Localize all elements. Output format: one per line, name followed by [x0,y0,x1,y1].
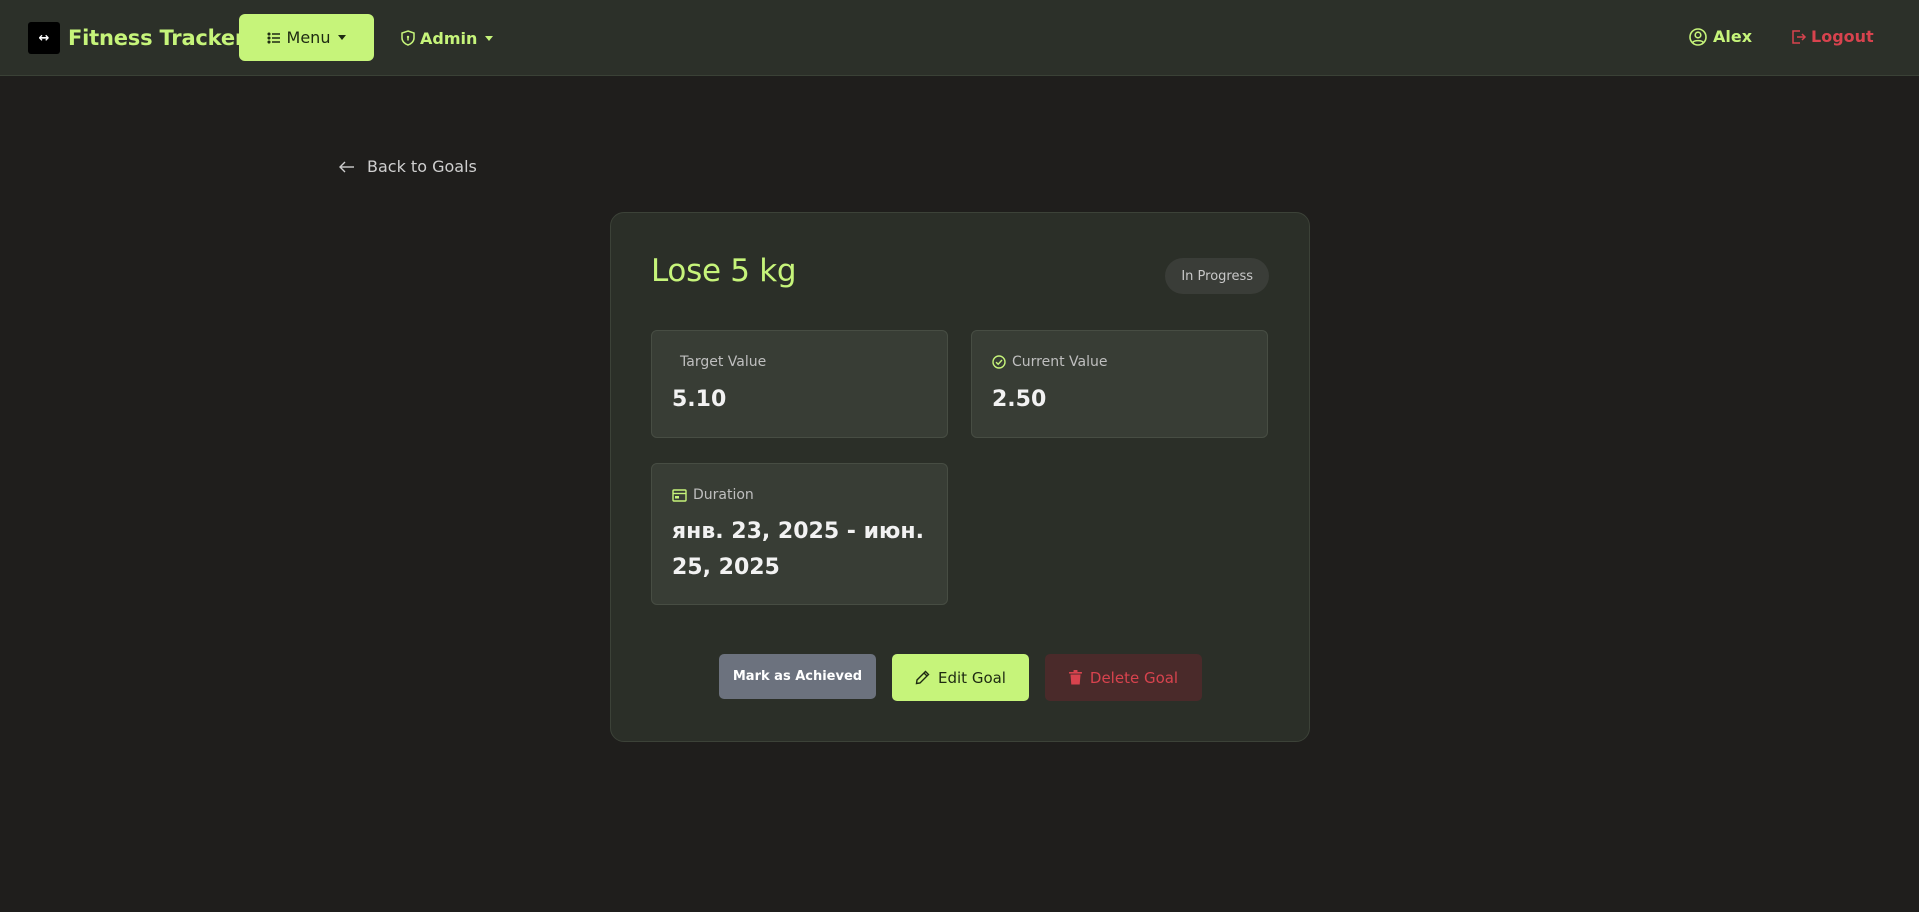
goal-title: Lose 5 kg [651,253,797,289]
back-link-label: Back to Goals [367,157,477,176]
admin-dropdown-button[interactable]: Admin [401,26,494,50]
delete-goal-button[interactable]: Delete Goal [1045,654,1202,701]
logout-button[interactable]: Logout [1791,27,1874,46]
current-value: 2.50 [992,387,1047,412]
mark-as-achieved-label: Mark as Achieved [732,669,863,684]
user-circle-icon [1689,27,1707,46]
menu-dropdown-button[interactable]: Menu [239,14,374,61]
top-navbar: ↔ Fitness Tracker Menu Admin Alex Logout [0,0,1919,76]
target-value: 5.10 [672,387,727,412]
status-badge: In Progress [1165,258,1269,294]
current-value-label: Current Value [1012,354,1108,370]
list-icon [266,31,281,45]
logout-icon [1791,29,1807,45]
target-value-label-row: Target Value [672,354,766,370]
target-value-label: Target Value [680,354,767,370]
trash-icon [1068,670,1082,685]
brand[interactable]: ↔ Fitness Tracker [28,22,245,54]
edit-goal-label: Edit Goal [938,668,1006,687]
dumbbell-icon: ↔ [28,22,60,54]
logout-label: Logout [1811,27,1874,46]
menu-label: Menu [286,28,331,47]
target-value-box: Target Value 5.10 [651,330,948,438]
user-name: Alex [1713,27,1753,46]
mark-as-achieved-button[interactable]: Mark as Achieved [719,654,876,699]
edit-goal-button[interactable]: Edit Goal [892,654,1029,701]
duration-box: Duration янв. 23, 2025 - июн. 25, 2025 [651,463,948,605]
chevron-down-icon [338,35,347,40]
pencil-icon [915,670,930,685]
check-circle-icon [992,355,1006,369]
arrow-left-icon [339,161,355,173]
user-profile-link[interactable]: Alex [1689,27,1752,46]
duration-label: Duration [693,487,754,503]
current-value-label-row: Current Value [992,354,1107,370]
brand-name: Fitness Tracker [68,26,246,50]
delete-goal-label: Delete Goal [1089,668,1179,687]
back-to-goals-link[interactable]: Back to Goals [339,157,477,176]
chevron-down-icon [485,35,494,41]
goal-detail-card: Lose 5 kg In Progress Target Value 5.10 … [610,212,1310,742]
shield-icon [401,30,415,46]
calendar-icon [672,488,687,502]
admin-label: Admin [420,28,478,48]
duration-label-row: Duration [672,487,754,503]
duration-value: янв. 23, 2025 - июн. 25, 2025 [672,519,924,580]
current-value-box: Current Value 2.50 [971,330,1268,438]
